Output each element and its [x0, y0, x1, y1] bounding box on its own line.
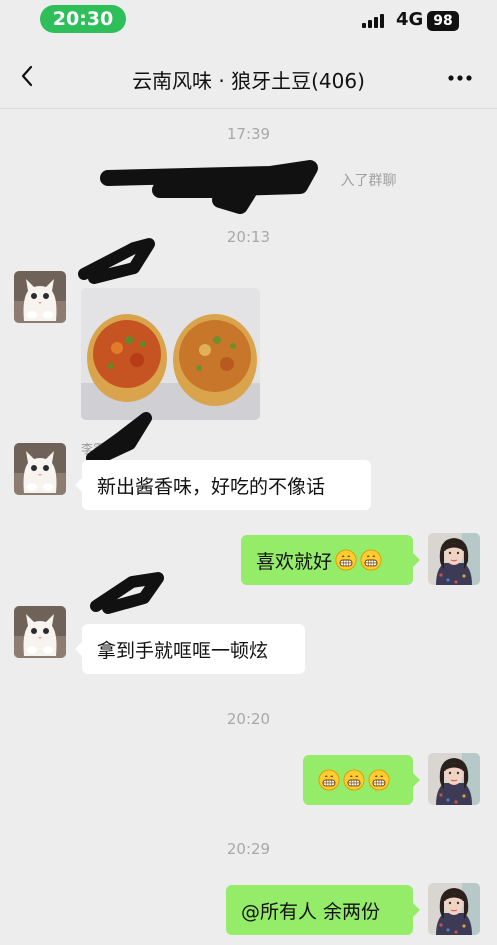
- avatar[interactable]: [14, 271, 66, 323]
- signal-icon: [362, 14, 384, 28]
- grinning-face-icon: [343, 769, 365, 791]
- timestamp: 20:29: [226, 840, 271, 858]
- network-type: 4G: [396, 9, 424, 30]
- more-options-icon[interactable]: [444, 62, 476, 90]
- redaction-scribble: [86, 412, 152, 464]
- status-time: 20:30: [40, 5, 126, 33]
- grinning-face-icon: [368, 769, 390, 791]
- redaction-scribble: [78, 238, 155, 284]
- battery-level: 98: [433, 13, 453, 29]
- avatar[interactable]: [428, 753, 480, 805]
- message-text: @所有人 余两份: [241, 900, 381, 923]
- avatar[interactable]: [14, 606, 66, 658]
- avatar[interactable]: [14, 443, 66, 495]
- chat-title: 云南风味 · 狼牙土豆(406): [132, 69, 365, 93]
- message-bubble[interactable]: @所有人 余两份: [226, 885, 420, 935]
- message-bubble[interactable]: [303, 755, 420, 805]
- battery-icon: 98: [427, 11, 459, 31]
- message-bubble[interactable]: 新出酱香味，好吃的不像话: [75, 460, 371, 510]
- timestamp: 17:39: [226, 125, 271, 143]
- redaction-scribble: [90, 572, 164, 614]
- message-text: 新出酱香味，好吃的不像话: [97, 475, 326, 498]
- food-photo[interactable]: [81, 288, 260, 420]
- message-bubble[interactable]: 喜欢就好: [241, 535, 420, 585]
- grinning-face-icon: [318, 769, 340, 791]
- redaction-scribble: [100, 160, 318, 214]
- message-bubble[interactable]: 拿到手就哐哐一顿炫: [75, 624, 305, 674]
- avatar[interactable]: [428, 533, 480, 585]
- message-text: 喜欢就好: [256, 550, 333, 573]
- chat-header: 云南风味 · 狼牙土豆(406): [0, 48, 497, 109]
- grinning-face-icon: [335, 549, 357, 571]
- message-text: 拿到手就哐哐一顿炫: [97, 639, 269, 662]
- grinning-face-icon: [360, 549, 382, 571]
- status-bar: 20:30 4G 98: [0, 0, 497, 40]
- timestamp: 20:20: [226, 710, 271, 728]
- avatar[interactable]: [428, 883, 480, 935]
